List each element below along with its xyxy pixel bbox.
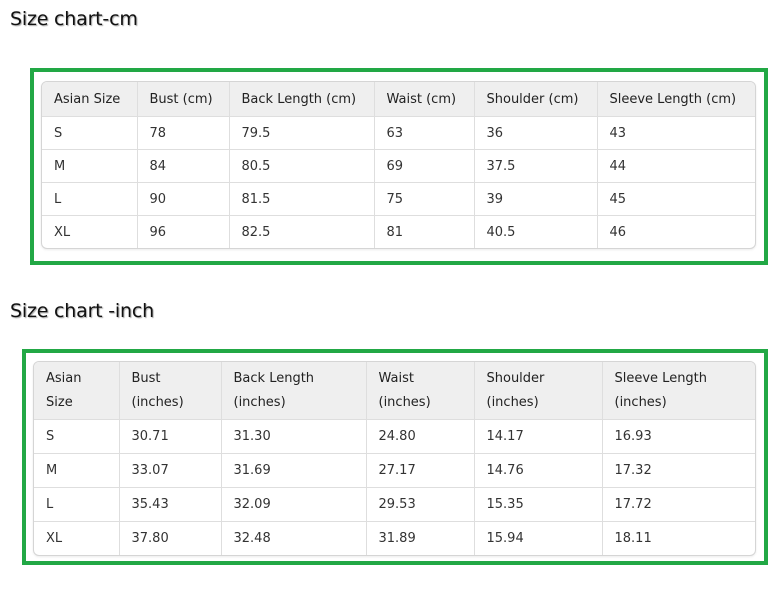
size-chart-cm-table-container: Asian Size Bust (cm) Back Length (cm) Wa… [41, 81, 756, 249]
size-chart-inch-table: Asian Size Bust (inches) Back Length (inche… [34, 362, 755, 555]
table-cell: XL [34, 521, 120, 555]
table-cell: 43 [597, 116, 755, 150]
column-header-line: (inches) [486, 394, 539, 410]
table-cell: M [34, 453, 120, 488]
table-cell: L [42, 182, 138, 216]
table-cell: 44 [597, 149, 755, 183]
table-cell: L [34, 487, 120, 522]
table-cell: 35.43 [119, 487, 222, 522]
table-cell: 32.09 [221, 487, 367, 522]
column-header-line: Size [46, 394, 73, 410]
column-header-line: Bust [131, 370, 161, 386]
table-cell: 75 [374, 182, 475, 216]
table-row: M 84 80.5 69 37.5 44 [42, 149, 755, 183]
table-cell: 37.5 [474, 149, 598, 183]
column-header: Bust (cm) [137, 82, 230, 117]
column-header: Waist (inches) [366, 362, 475, 420]
table-cell: 96 [137, 215, 230, 248]
table-cell: 17.72 [602, 487, 755, 522]
column-header-line: (inches) [378, 394, 431, 410]
table-cell: 90 [137, 182, 230, 216]
column-header: Asian Size [34, 362, 120, 420]
table-cell: 80.5 [229, 149, 375, 183]
table-cell: 18.11 [614, 531, 652, 546]
table-cell: 37.80 [119, 521, 222, 555]
column-header: Waist (cm) [374, 82, 475, 117]
table-header-row: Asian Size Bust (cm) Back Length (cm) Wa… [42, 82, 755, 117]
column-header-line: Shoulder [486, 370, 545, 386]
table-cell: XL [42, 215, 138, 248]
column-header: Shoulder (cm) [474, 82, 598, 117]
table-cell: 46 [609, 224, 627, 240]
table-cell: 31.89 [366, 521, 475, 555]
table-row: S 30.71 31.30 24.80 14.17 16.93 [34, 419, 755, 454]
table-cell: 79.5 [229, 116, 375, 150]
column-header: Asian Size [42, 82, 138, 117]
size-chart-cm-title: Size chart-cm [10, 8, 138, 30]
table-cell: 39 [474, 182, 598, 216]
column-header: Back Length (cm) [229, 82, 375, 117]
table-cell: 14.17 [474, 419, 603, 454]
column-header-line: (inches) [233, 394, 286, 410]
column-header: Sleeve Length (cm) [597, 82, 755, 117]
table-cell: 69 [374, 149, 475, 183]
table-cell: 31.69 [221, 453, 367, 488]
size-chart-inch-table-container: Asian Size Bust (inches) Back Length (inche… [33, 361, 756, 556]
table-cell: 30.71 [119, 419, 222, 454]
table-cell: 27.17 [366, 453, 475, 488]
column-header-line: Back Length [233, 370, 315, 386]
table-row: M 33.07 31.69 27.17 14.76 17.32 [34, 453, 755, 488]
table-cell: 24.80 [366, 419, 475, 454]
column-header: Back Length (inches) [221, 362, 367, 420]
table-cell: 17.32 [602, 453, 755, 488]
table-header-row: Asian Size Bust (inches) Back Length (inche… [34, 362, 755, 420]
size-chart-inch-title: Size chart -inch [10, 300, 154, 322]
table-cell: 81.5 [229, 182, 375, 216]
column-header: Shoulder (inches) [474, 362, 603, 420]
table-cell: 36 [474, 116, 598, 150]
table-cell: 15.94 [474, 521, 603, 555]
table-cell: 33.07 [119, 453, 222, 488]
table-cell: 81 [374, 215, 475, 248]
table-cell: 16.93 [602, 419, 755, 454]
table-cell: 84 [137, 149, 230, 183]
column-header-line: Waist [378, 370, 414, 386]
table-cell: 45 [597, 182, 755, 216]
size-chart-cm-table: Asian Size Bust (cm) Back Length (cm) Wa… [42, 82, 755, 248]
column-header: Bust (inches) [119, 362, 222, 420]
table-cell: 32.48 [221, 521, 367, 555]
column-header-line: Sleeve Length [614, 370, 708, 386]
size-chart-inch-frame: Asian Size Bust (inches) Back Length (inche… [22, 349, 768, 565]
table-row: S 78 79.5 63 36 43 [42, 116, 755, 150]
column-header: Sleeve Length (inches) [602, 362, 755, 420]
table-cell: S [34, 419, 120, 454]
table-cell: 29.53 [366, 487, 475, 522]
table-row: XL 96 82.5 81 40.5 46 [42, 215, 755, 248]
table-cell: 82.5 [229, 215, 375, 248]
table-row: XL 37.80 32.48 31.89 15.94 18.11 [34, 521, 755, 555]
table-cell: 63 [374, 116, 475, 150]
table-cell: 15.35 [474, 487, 603, 522]
table-cell: M [42, 149, 138, 183]
table-cell: S [42, 116, 138, 150]
column-header-line: (inches) [131, 394, 184, 410]
table-cell: 31.30 [221, 419, 367, 454]
size-chart-cm-frame: Asian Size Bust (cm) Back Length (cm) Wa… [30, 68, 768, 265]
column-header-line: Asian [46, 370, 82, 386]
table-cell: 14.76 [474, 453, 603, 488]
table-row: L 90 81.5 75 39 45 [42, 182, 755, 216]
table-cell: 78 [137, 116, 230, 150]
table-row: L 35.43 32.09 29.53 15.35 17.72 [34, 487, 755, 522]
table-cell: 40.5 [474, 215, 598, 248]
column-header-line: (inches) [614, 394, 667, 410]
